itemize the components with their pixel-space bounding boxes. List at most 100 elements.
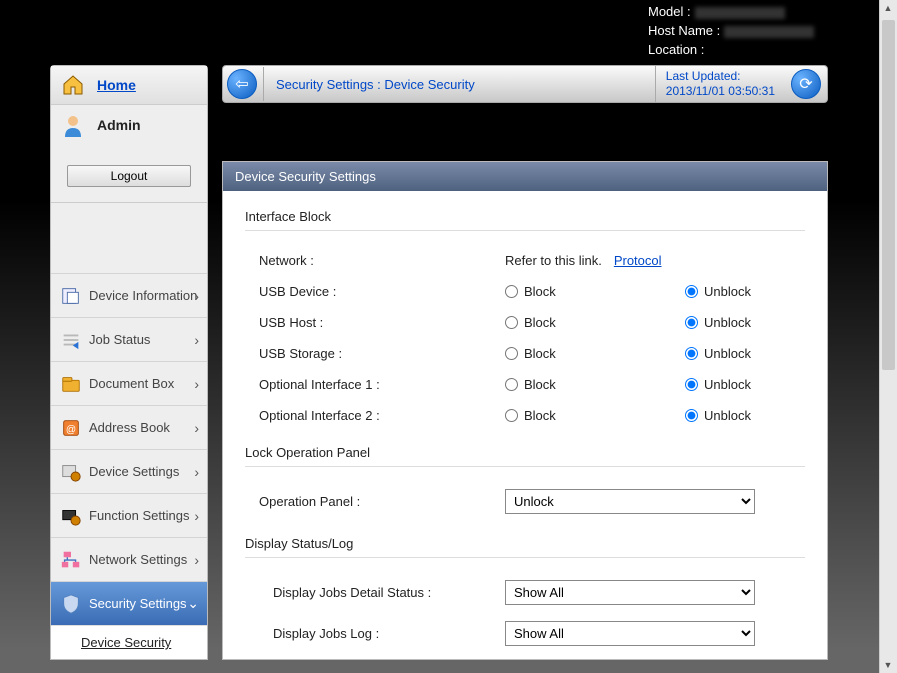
block-label: Block	[524, 377, 556, 392]
interface-row: Optional Interface 2 : Block Unblock	[245, 400, 805, 431]
section-interface-block: Interface Block	[245, 209, 805, 231]
unblock-option[interactable]: Unblock	[685, 284, 805, 299]
block-option[interactable]: Block	[505, 284, 625, 299]
refresh-icon: ⟳	[799, 74, 812, 94]
operation-panel-label: Operation Panel :	[259, 494, 505, 509]
logout-button[interactable]: Logout	[67, 165, 191, 187]
chevron-right-icon: ›	[194, 508, 199, 524]
unblock-option[interactable]: Unblock	[685, 315, 805, 330]
chevron-right-icon: ›	[194, 552, 199, 568]
sidebar-home[interactable]: Home	[51, 66, 207, 105]
logo-bar	[165, 14, 563, 48]
scrollbar-thumb[interactable]	[882, 20, 895, 370]
subnav-link[interactable]: Device Security	[81, 635, 171, 650]
unblock-radio[interactable]	[685, 409, 698, 422]
device-info-icon	[59, 284, 83, 308]
interface-row: USB Device : Block Unblock	[245, 276, 805, 307]
admin-block: Admin Logout	[51, 105, 207, 203]
interface-row: USB Host :BlockUnblock	[245, 307, 805, 338]
sidebar: Home Admin Logout Device Information ›	[50, 65, 208, 660]
display-status-label: Display Jobs Log :	[259, 626, 505, 641]
hostname-label: Host Name :	[648, 23, 720, 38]
last-updated-label: Last Updated:	[666, 69, 775, 84]
unblock-label: Unblock	[704, 315, 751, 330]
block-label: Block	[524, 408, 556, 423]
svg-text:@: @	[66, 424, 76, 435]
unblock-radio[interactable]	[685, 285, 698, 298]
device-settings-icon	[59, 460, 83, 484]
row-operation-panel: Operation Panel : Unlock	[245, 481, 805, 522]
unblock-label: Unblock	[704, 377, 751, 392]
network-settings-icon	[59, 548, 83, 572]
chevron-right-icon: ›	[194, 288, 199, 304]
refresh-button[interactable]: ⟳	[791, 69, 821, 99]
sidebar-item-document-box[interactable]: Document Box ›	[51, 361, 207, 405]
unblock-option[interactable]: Unblock	[685, 377, 805, 392]
document-box-icon	[59, 372, 83, 396]
function-settings-icon	[59, 504, 83, 528]
sidebar-item-address-book[interactable]: @ Address Book ›	[51, 405, 207, 449]
nav-label: Function Settings	[89, 508, 189, 523]
nav-label: Document Box	[89, 376, 174, 391]
block-label: Block	[524, 284, 556, 299]
operation-panel-select[interactable]: Unlock	[505, 489, 755, 514]
admin-name: Admin	[97, 117, 141, 133]
block-radio[interactable]	[505, 409, 518, 422]
network-label: Network :	[259, 253, 505, 268]
breadcrumb-bar: ⇦ Security Settings : Device Security La…	[222, 65, 828, 103]
display-status-label: Display Jobs Detail Status :	[259, 585, 505, 600]
interface-label: USB Device :	[259, 284, 505, 299]
subnav-device-security[interactable]: Device Security	[51, 625, 207, 659]
nav-label: Address Book	[89, 420, 170, 435]
interface-row: Optional Interface 1 : Block Unblock	[245, 369, 805, 400]
chevron-right-icon: ›	[194, 420, 199, 436]
block-option[interactable]: Block	[505, 408, 625, 423]
vertical-scrollbar[interactable]: ▲ ▼	[879, 0, 897, 673]
unblock-option[interactable]: Unblock	[685, 346, 805, 361]
nav-label: Device Settings	[89, 464, 179, 479]
unblock-option[interactable]: Unblock	[685, 408, 805, 423]
sidebar-item-job-status[interactable]: Job Status ›	[51, 317, 207, 361]
display-status-select[interactable]: Show All	[505, 621, 755, 646]
display-status-row: Display Jobs Detail Status :Show All	[245, 572, 805, 613]
unblock-radio[interactable]	[685, 378, 698, 391]
interface-label: Optional Interface 2 :	[259, 408, 505, 423]
block-option[interactable]: Block	[505, 377, 625, 392]
back-button[interactable]: ⇦	[227, 69, 257, 99]
display-status-row: Display Jobs Log :Show All	[245, 613, 805, 654]
sidebar-item-device-information[interactable]: Device Information ›	[51, 273, 207, 317]
interface-row: USB Storage :Block Unblock	[245, 338, 805, 369]
sidebar-item-device-settings[interactable]: Device Settings ›	[51, 449, 207, 493]
home-link[interactable]: Home	[97, 77, 136, 93]
block-radio[interactable]	[505, 347, 518, 360]
unblock-label: Unblock	[704, 408, 751, 423]
display-status-select[interactable]: Show All	[505, 580, 755, 605]
device-info-header: Model : Host Name : Location :	[648, 2, 814, 59]
section-display-status: Display Status/Log	[245, 536, 805, 558]
unblock-label: Unblock	[704, 346, 751, 361]
sidebar-item-function-settings[interactable]: Function Settings ›	[51, 493, 207, 537]
arrow-left-icon: ⇦	[235, 74, 248, 94]
interface-label: USB Storage :	[259, 346, 505, 361]
scroll-up-icon[interactable]: ▲	[883, 3, 893, 13]
sidebar-item-security-settings[interactable]: Security Settings ⌄	[51, 581, 207, 625]
block-label: Block	[524, 315, 556, 330]
nav-label: Security Settings	[89, 596, 187, 611]
block-option[interactable]: Block	[505, 315, 625, 330]
chevron-right-icon: ›	[194, 332, 199, 348]
block-radio[interactable]	[505, 316, 518, 329]
interface-label: Optional Interface 1 :	[259, 377, 505, 392]
scroll-down-icon[interactable]: ▼	[883, 660, 893, 670]
job-status-icon	[59, 328, 83, 352]
row-network: Network : Refer to this link. Protocol	[245, 245, 805, 276]
last-updated-value: 2013/11/01 03:50:31	[666, 84, 775, 99]
block-radio[interactable]	[505, 378, 518, 391]
block-option[interactable]: Block	[505, 346, 625, 361]
unblock-radio[interactable]	[685, 316, 698, 329]
block-radio[interactable]	[505, 285, 518, 298]
protocol-link[interactable]: Protocol	[614, 253, 662, 268]
shield-icon	[59, 592, 83, 616]
panel-title: Device Security Settings	[223, 162, 827, 191]
sidebar-item-network-settings[interactable]: Network Settings ›	[51, 537, 207, 581]
unblock-radio[interactable]	[685, 347, 698, 360]
